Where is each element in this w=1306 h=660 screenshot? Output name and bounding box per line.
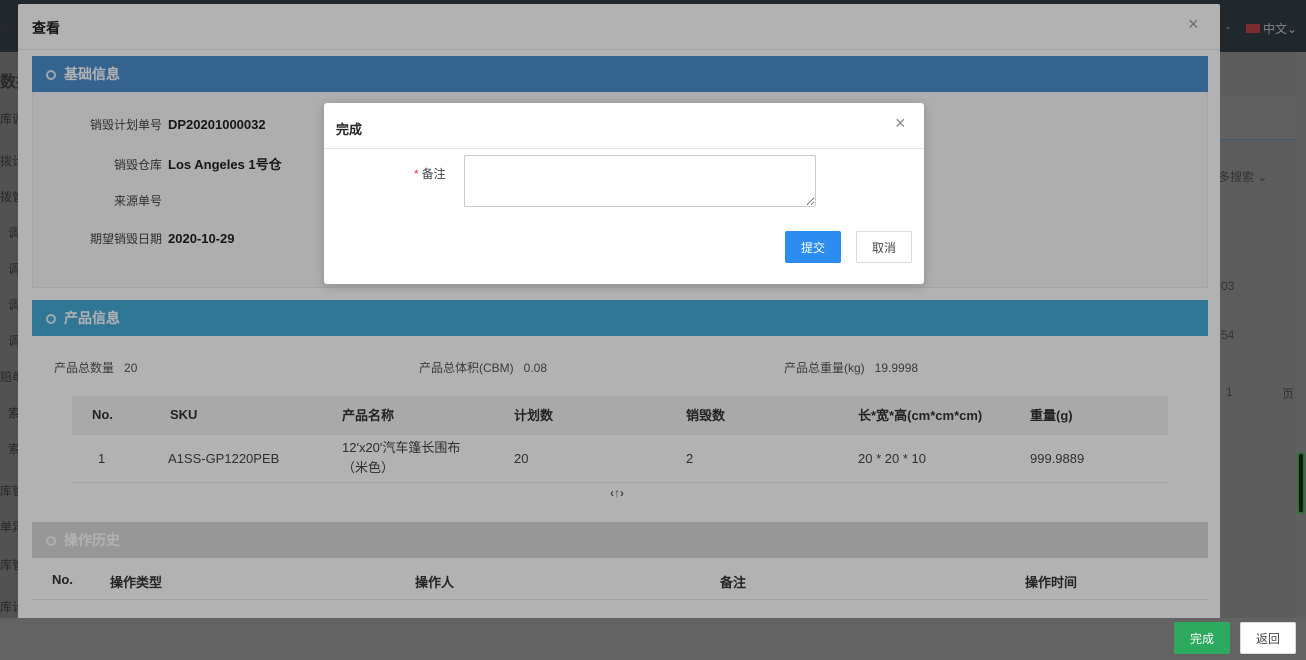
complete-dialog: 完成 × * 备注 提交 取消 xyxy=(324,103,924,284)
close-icon[interactable]: × xyxy=(895,113,906,134)
cancel-button[interactable]: 取消 xyxy=(856,231,912,263)
submit-button[interactable]: 提交 xyxy=(785,231,841,263)
dialog-header: 完成 × xyxy=(324,103,924,149)
remark-label: * 备注 xyxy=(414,167,446,181)
remark-textarea[interactable] xyxy=(464,155,816,207)
finish-button[interactable]: 完成 xyxy=(1174,622,1230,654)
modal-mask xyxy=(0,0,1306,660)
back-button[interactable]: 返回 xyxy=(1240,622,1296,654)
required-marker: * xyxy=(414,167,419,181)
dialog-title: 完成 xyxy=(336,122,363,137)
